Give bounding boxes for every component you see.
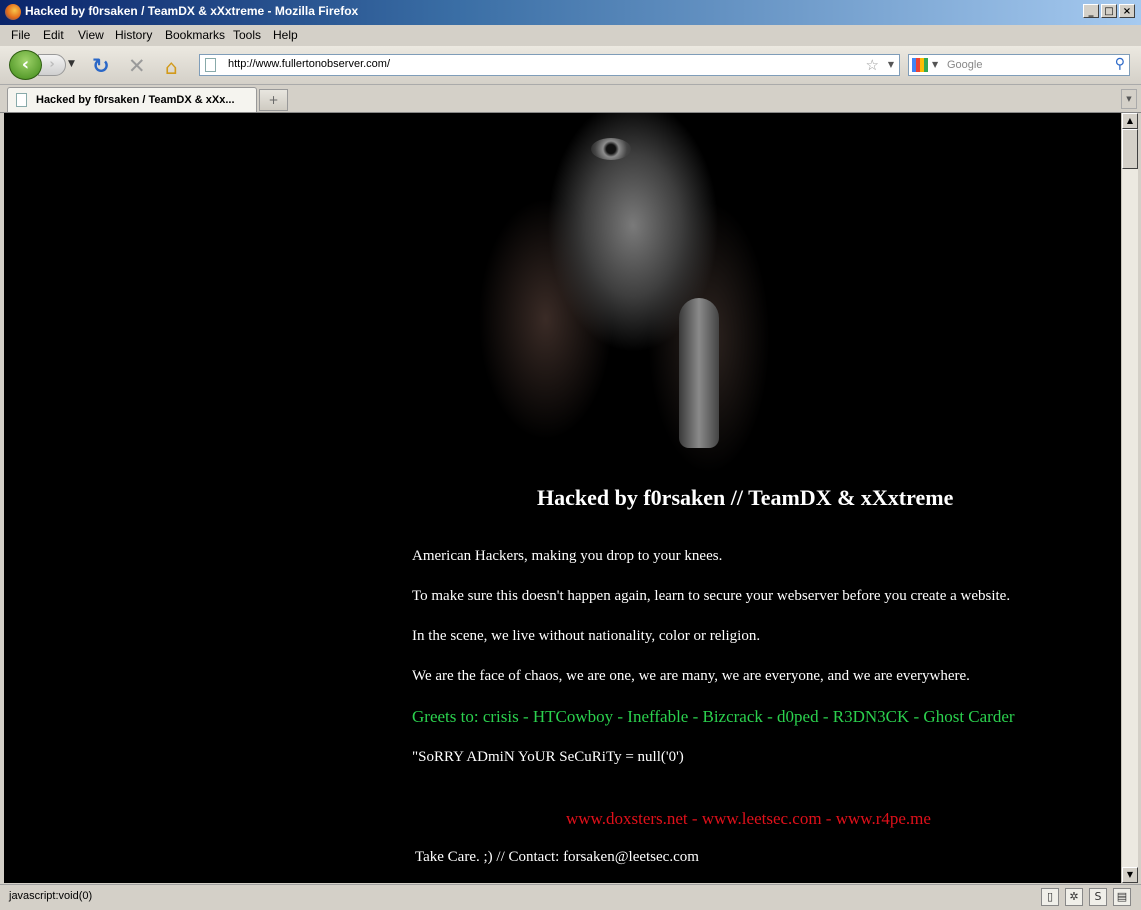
menu-file[interactable]: File [11, 28, 30, 42]
menu-history[interactable]: History [115, 28, 152, 42]
tab-label: Hacked by f0rsaken / TeamDX & xXx... [36, 94, 235, 106]
search-bar[interactable]: ▼ Google ⚲ [908, 54, 1130, 76]
vertical-scrollbar[interactable]: ▲ ▼ [1121, 113, 1138, 883]
status-text: javascript:void(0) [9, 890, 93, 902]
page-headline: Hacked by f0rsaken // TeamDX & xXxtreme [537, 485, 954, 510]
navigation-toolbar: › ‹ ▼ ↻ ✕ ⌂ http://www.fullertonobserver… [0, 46, 1141, 85]
engine-dropdown-icon[interactable]: ▼ [932, 60, 938, 69]
tab-active[interactable]: Hacked by f0rsaken / TeamDX & xXx... [7, 87, 257, 112]
window-title: Hacked by f0rsaken / TeamDX & xXxtreme -… [25, 4, 359, 18]
reload-icon[interactable]: ↻ [92, 54, 110, 78]
stop-icon[interactable]: ✕ [128, 54, 146, 78]
addon-gear-icon[interactable]: ✲ [1065, 888, 1083, 906]
home-icon[interactable]: ⌂ [165, 55, 178, 79]
magnifier-icon[interactable]: ⚲ [1115, 56, 1125, 72]
contact-line: Take Care. ;) // Contact: forsaken@leets… [415, 849, 699, 865]
status-icons: ▯ ✲ S ▤ [1041, 888, 1131, 906]
status-bar: javascript:void(0) ▯ ✲ S ▤ [0, 884, 1141, 910]
url-input[interactable]: http://www.fullertonobserver.com/ [228, 58, 390, 70]
menu-view[interactable]: View [78, 28, 104, 42]
firefox-logo-icon [5, 4, 21, 20]
search-input[interactable]: Google [947, 59, 982, 71]
close-button[interactable]: × [1119, 4, 1135, 18]
bookmark-star-icon[interactable]: ☆ [866, 56, 879, 74]
back-button[interactable]: ‹ [9, 50, 42, 80]
paragraph: In the scene, we live without nationalit… [412, 628, 761, 644]
menu-bar: File Edit View History Bookmarks Tools H… [0, 25, 1141, 46]
eye-shape [591, 138, 631, 160]
print-icon[interactable]: ▤ [1113, 888, 1131, 906]
menu-tools[interactable]: Tools [233, 28, 261, 42]
url-bar[interactable]: http://www.fullertonobserver.com/ ☆ ▼ [199, 54, 900, 76]
page-info-icon[interactable]: ▯ [1041, 888, 1059, 906]
tab-list-dropdown-icon[interactable]: ▼ [1121, 89, 1137, 109]
new-tab-icon[interactable]: + [259, 89, 288, 111]
menu-help[interactable]: Help [273, 28, 298, 42]
forward-arrow-icon: › [49, 57, 55, 72]
window-controls: _ □ × [1083, 4, 1135, 18]
sorry-line: "SoRRY ADmiN YoUR SeCuRiTy = null('0') [412, 749, 684, 765]
history-dropdown-icon[interactable]: ▼ [68, 59, 75, 69]
scroll-up-icon[interactable]: ▲ [1122, 113, 1138, 129]
paragraph: We are the face of chaos, we are one, we… [412, 668, 970, 684]
menu-edit[interactable]: Edit [43, 28, 64, 42]
tab-bar: Hacked by f0rsaken / TeamDX & xXx... + ▼ [0, 85, 1141, 113]
menu-bookmarks[interactable]: Bookmarks [165, 28, 225, 42]
maximize-button[interactable]: □ [1101, 4, 1117, 18]
forward-button[interactable]: › [38, 54, 66, 76]
s-addon-icon[interactable]: S [1089, 888, 1107, 906]
paragraph: To make sure this doesn't happen again, … [412, 588, 1011, 604]
greets-line: Greets to: crisis - HTCowboy - Ineffable… [412, 707, 1015, 726]
links-line[interactable]: www.doxsters.net - www.leetsec.com - www… [566, 809, 931, 829]
back-arrow-icon: ‹ [21, 54, 30, 75]
url-dropdown-icon[interactable]: ▼ [888, 60, 894, 69]
hero-image [424, 113, 804, 488]
finger-shape [679, 298, 719, 448]
page-icon [205, 58, 216, 72]
page-content: Hacked by f0rsaken // TeamDX & xXxtreme … [4, 113, 1121, 883]
page-icon [16, 93, 27, 107]
window-titlebar: Hacked by f0rsaken / TeamDX & xXxtreme -… [0, 0, 1141, 25]
minimize-button[interactable]: _ [1083, 4, 1099, 18]
paragraph: American Hackers, making you drop to you… [412, 548, 723, 564]
scroll-thumb[interactable] [1122, 129, 1138, 169]
google-engine-icon[interactable] [912, 58, 928, 72]
scroll-down-icon[interactable]: ▼ [1122, 867, 1138, 883]
